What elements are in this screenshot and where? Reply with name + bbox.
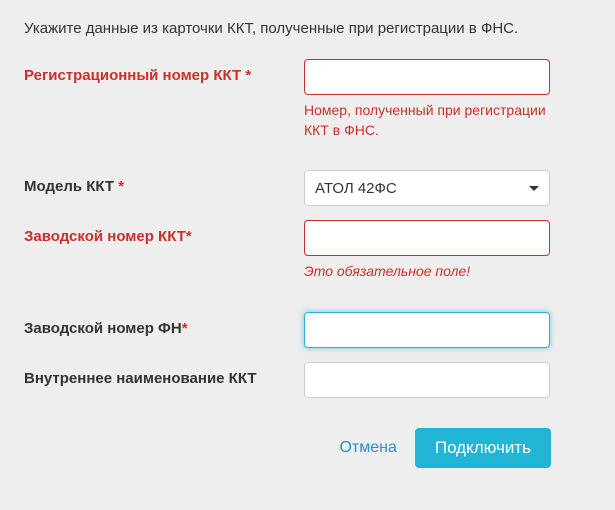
factory-kkt-input[interactable]	[304, 220, 550, 256]
row-internal-name: Внутреннее наименование ККТ	[24, 362, 591, 398]
field-model: АТОЛ 42ФС	[304, 170, 591, 206]
label-internal-name: Внутреннее наименование ККТ	[24, 362, 304, 387]
field-factory-kkt: Это обязательное поле!	[304, 220, 591, 282]
chevron-down-icon	[529, 186, 539, 191]
label-text: Заводской номер ФН	[24, 320, 182, 337]
label-text: Модель ККТ	[24, 178, 114, 195]
label-text: Заводской номер ККТ	[24, 228, 186, 245]
label-factory-kkt: Заводской номер ККТ*	[24, 220, 304, 245]
row-model: Модель ККТ * АТОЛ 42ФС	[24, 170, 591, 206]
row-factory-fn: Заводской номер ФН*	[24, 312, 591, 348]
label-text: Регистрационный номер ККТ	[24, 67, 241, 84]
reg-number-input[interactable]	[304, 59, 550, 95]
instruction-text: Укажите данные из карточки ККТ, полученн…	[24, 20, 591, 37]
cancel-button[interactable]: Отмена	[339, 439, 396, 457]
label-factory-fn: Заводской номер ФН*	[24, 312, 304, 337]
model-selected-value: АТОЛ 42ФС	[315, 180, 397, 197]
field-internal-name	[304, 362, 591, 398]
label-reg-number: Регистрационный номер ККТ *	[24, 59, 304, 84]
row-reg-number: Регистрационный номер ККТ * Номер, получ…	[24, 59, 591, 140]
actions-bar: Отмена Подключить	[24, 428, 591, 468]
factory-kkt-help: Это обязательное поле!	[304, 262, 550, 282]
submit-button[interactable]: Подключить	[415, 428, 551, 468]
internal-name-input[interactable]	[304, 362, 550, 398]
required-asterisk: *	[245, 67, 251, 84]
factory-fn-input[interactable]	[304, 312, 550, 348]
label-model: Модель ККТ *	[24, 170, 304, 195]
required-asterisk: *	[182, 320, 188, 337]
field-reg-number: Номер, полученный при регистрации ККТ в …	[304, 59, 591, 140]
reg-number-help: Номер, полученный при регистрации ККТ в …	[304, 101, 550, 140]
row-factory-kkt: Заводской номер ККТ* Это обязательное по…	[24, 220, 591, 282]
required-asterisk: *	[186, 228, 192, 245]
label-text: Внутреннее наименование ККТ	[24, 370, 257, 387]
field-factory-fn	[304, 312, 591, 348]
required-asterisk: *	[118, 178, 124, 195]
model-select[interactable]: АТОЛ 42ФС	[304, 170, 550, 206]
